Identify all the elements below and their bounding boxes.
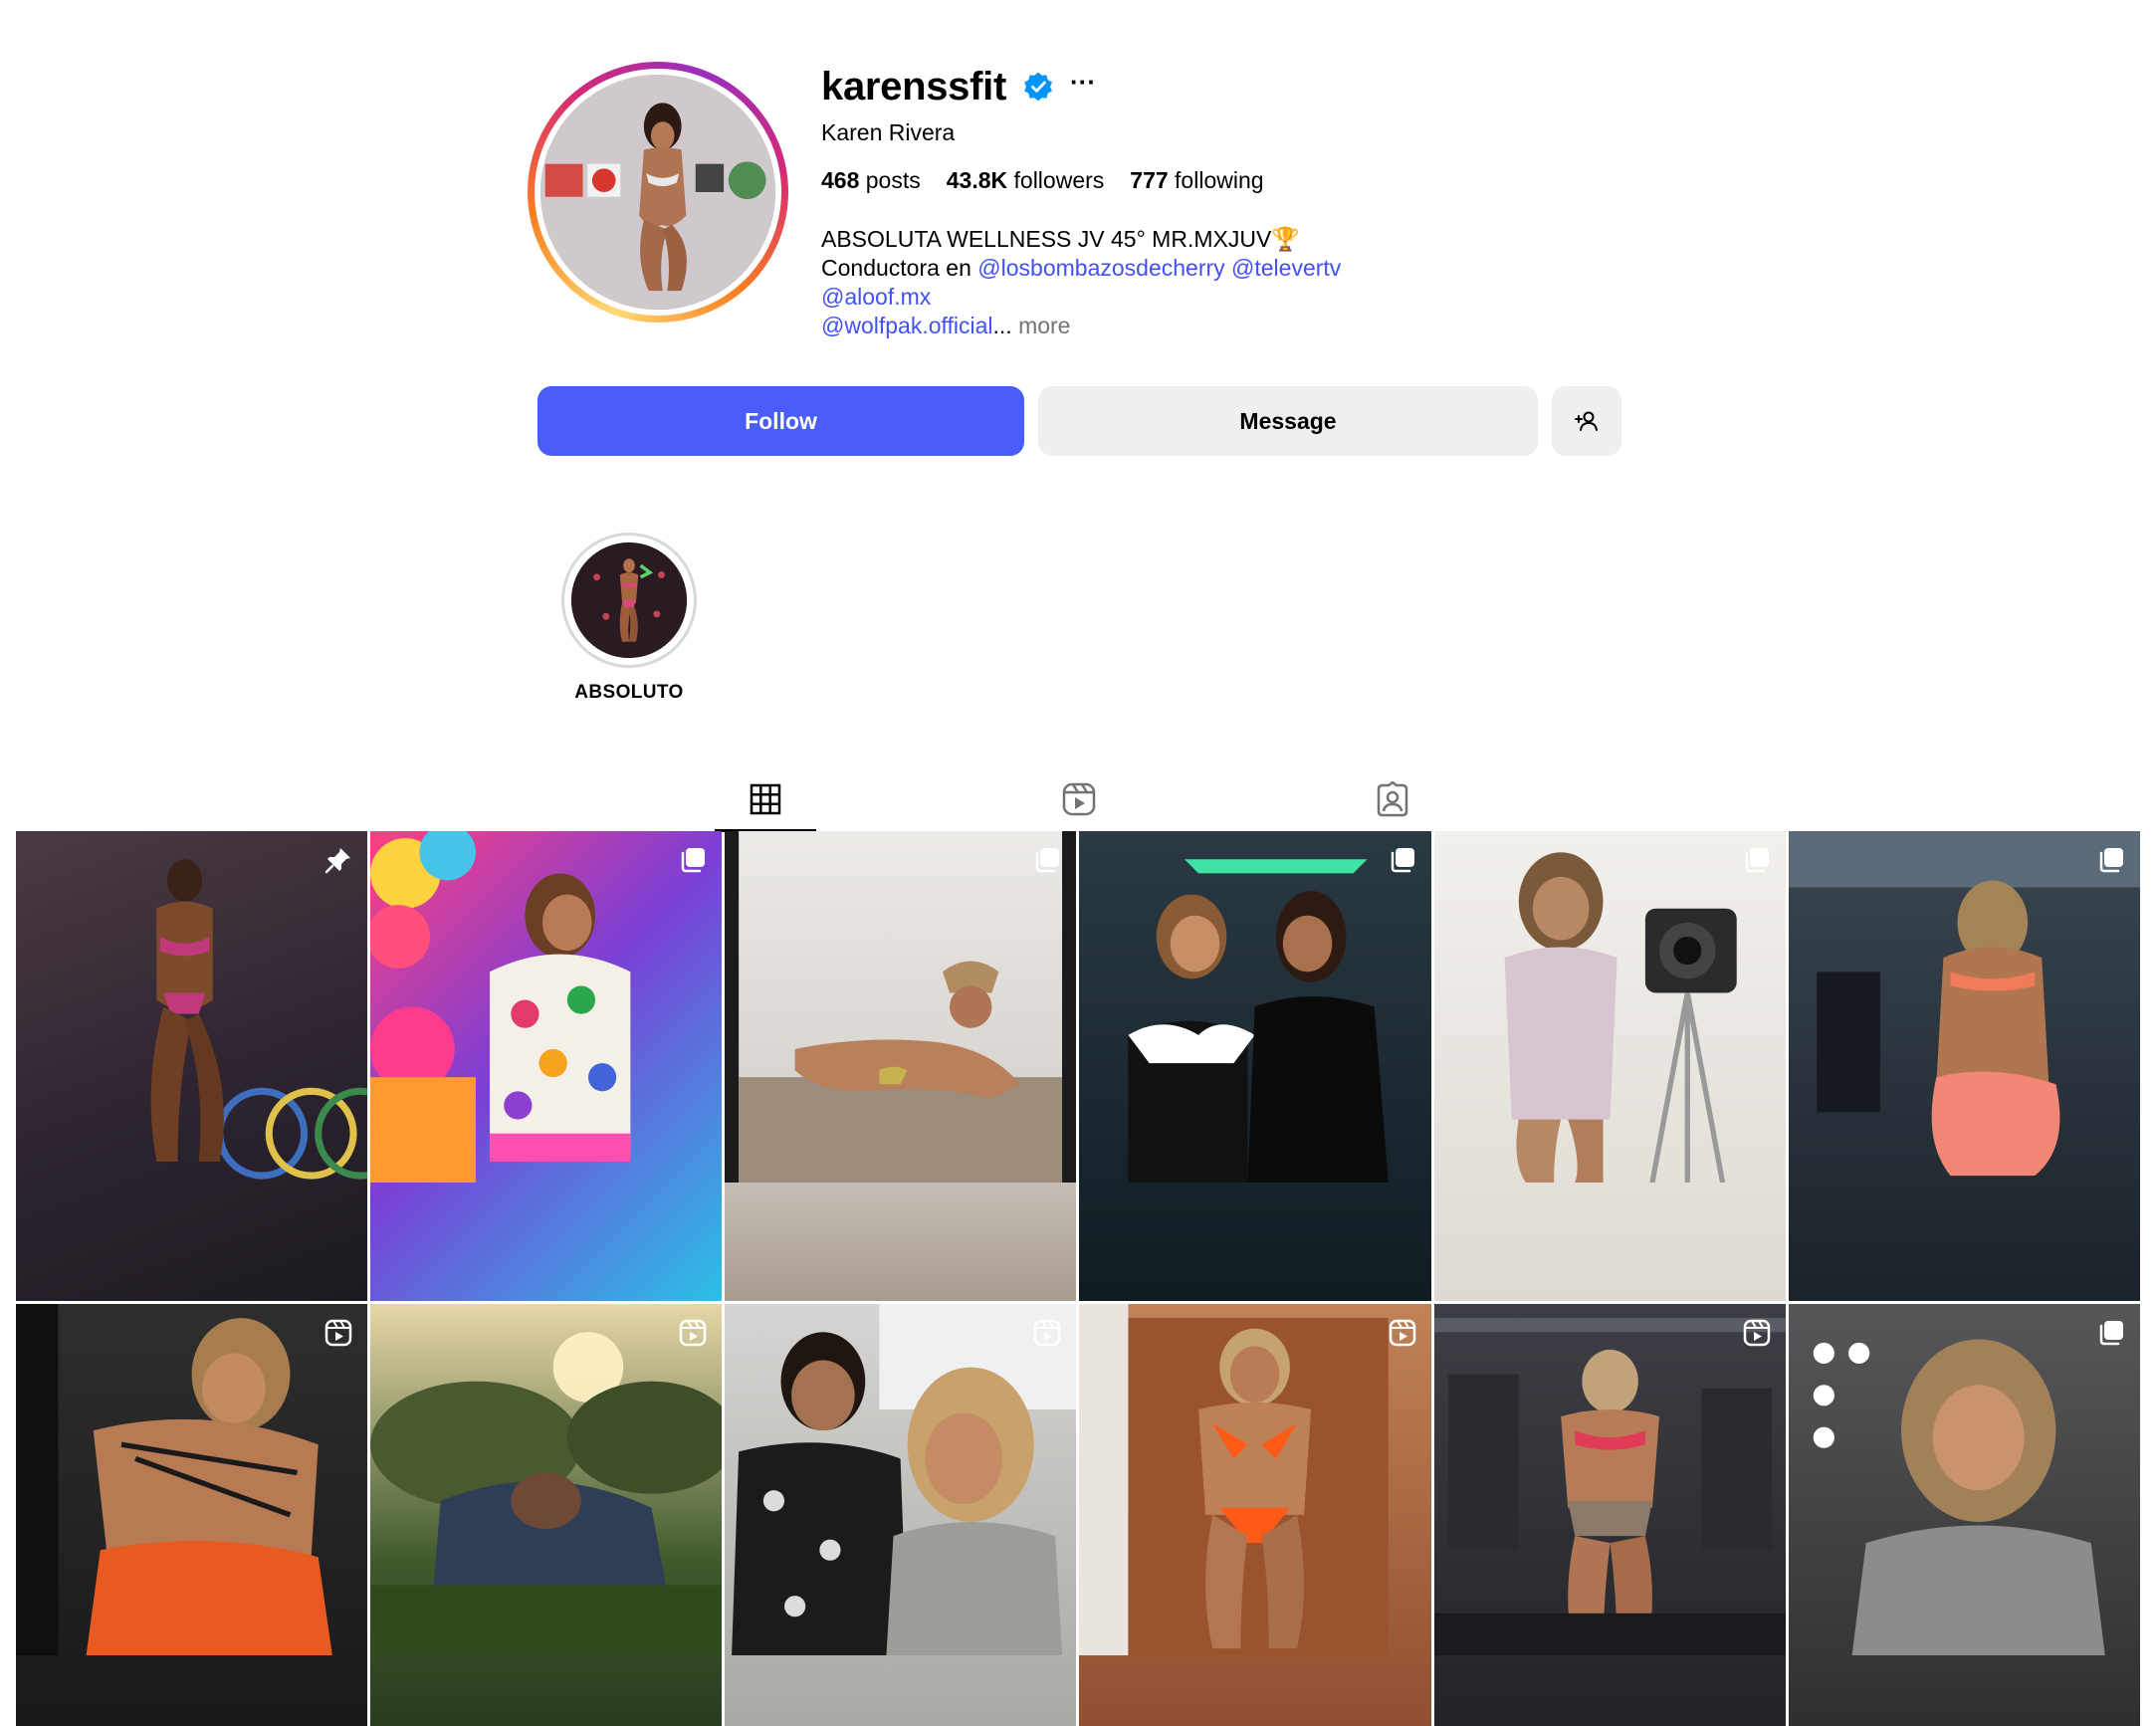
post-thumbnail <box>1813 1339 2105 1656</box>
post-tile[interactable] <box>16 831 368 1301</box>
profile-page: karenssfit ··· Karen Rivera 468 posts 43… <box>0 0 2156 1726</box>
reel-icon <box>680 1319 707 1347</box>
reel-icon <box>1389 1319 1415 1347</box>
highlight-ring <box>561 533 697 668</box>
post-thumbnail <box>370 1332 723 1656</box>
tab-tagged[interactable] <box>1342 766 1443 832</box>
bio-more-link[interactable]: more <box>1018 313 1070 338</box>
carousel-icon <box>682 848 706 873</box>
avatar <box>540 75 775 310</box>
posts-label: posts <box>865 167 921 193</box>
post-thumbnail <box>370 831 631 1184</box>
carousel-icon <box>2099 1321 2123 1346</box>
posts-stat: 468 posts <box>821 165 921 195</box>
mention-link-aloof[interactable]: @aloof.mx <box>821 284 931 310</box>
profile-tabs <box>0 766 2156 832</box>
bio-line-4: @wolfpak.official... more <box>821 312 1341 340</box>
post-tile[interactable] <box>1788 1304 2140 1726</box>
post-tile[interactable] <box>370 831 723 1301</box>
following-stat[interactable]: 777 following <box>1130 165 1263 195</box>
post-thumbnail <box>1128 859 1390 1184</box>
reel-icon <box>324 1319 352 1347</box>
bio-line-2-prefix: Conductora en <box>821 255 971 281</box>
bio-line-1: ABSOLUTA WELLNESS JV 45° MR.MXJUV🏆 <box>821 226 1300 252</box>
followers-count: 43.8K <box>946 167 1008 193</box>
message-button[interactable]: Message <box>1038 386 1538 456</box>
following-label: following <box>1175 167 1264 193</box>
post-thumbnail <box>16 1304 332 1656</box>
carousel-icon <box>1391 848 1414 873</box>
mention-link-wolfpak[interactable]: @wolfpak.official <box>821 313 993 338</box>
pinned-icon <box>324 848 351 874</box>
grid-icon <box>750 783 781 815</box>
post-thumbnail <box>1433 1318 1786 1656</box>
post-tile[interactable] <box>1788 831 2140 1301</box>
bio-line-2: Conductora en @losbombazosdecherry @tele… <box>821 254 1341 283</box>
post-tile[interactable] <box>1433 831 1786 1301</box>
highlight-cover <box>571 542 687 658</box>
post-thumbnail <box>1504 852 1737 1184</box>
reel-icon <box>1034 1319 1061 1347</box>
highlight-item[interactable]: ABSOLUTO <box>561 533 697 704</box>
username: karenssfit <box>821 65 1006 108</box>
avatar-photo-art <box>540 75 775 310</box>
post-tile[interactable] <box>370 1304 723 1726</box>
reel-icon <box>1743 1319 1771 1347</box>
tab-posts[interactable] <box>715 766 816 832</box>
post-thumbnail <box>150 859 368 1180</box>
profile-stats: 468 posts 43.8K followers 777 following <box>821 165 1264 195</box>
reels-icon <box>1062 782 1096 816</box>
bio-line-3: @aloof.mx <box>821 283 1341 312</box>
following-count: 777 <box>1130 167 1169 193</box>
post-tile[interactable] <box>1433 1304 1786 1726</box>
more-options-icon[interactable]: ··· <box>1070 69 1096 102</box>
tab-reels[interactable] <box>1028 766 1130 832</box>
post-tile[interactable] <box>1079 1304 1431 1726</box>
post-thumbnail <box>732 1304 1077 1656</box>
add-person-icon <box>1575 411 1598 431</box>
highlight-cover-art <box>571 542 687 658</box>
bio-ellipsis: ... <box>992 313 1012 338</box>
username-row: karenssfit ··· <box>821 62 1096 111</box>
highlight-label: ABSOLUTO <box>574 682 684 703</box>
suggested-accounts-button[interactable] <box>1552 386 1621 456</box>
post-tile[interactable] <box>16 1304 368 1726</box>
post-tile[interactable] <box>725 1304 1077 1726</box>
post-tile[interactable] <box>725 831 1077 1301</box>
carousel-icon <box>2099 848 2123 873</box>
profile-bio: ABSOLUTA WELLNESS JV 45° MR.MXJUV🏆 Condu… <box>821 225 1341 340</box>
carousel-icon <box>1745 848 1769 873</box>
followers-stat[interactable]: 43.8K followers <box>947 165 1105 195</box>
posts-grid <box>16 831 2140 1726</box>
post-tile[interactable] <box>1079 831 1431 1301</box>
full-name: Karen Rivera <box>821 119 956 145</box>
profile-avatar-story-ring[interactable] <box>528 62 788 323</box>
posts-count: 468 <box>821 167 860 193</box>
follow-button[interactable]: Follow <box>538 386 1024 456</box>
mention-link-televertv[interactable]: @televertv <box>1231 255 1341 281</box>
post-thumbnail <box>725 831 1077 1184</box>
followers-label: followers <box>1013 167 1105 193</box>
mention-link-losbombazosdecherry[interactable]: @losbombazosdecherry <box>977 255 1224 281</box>
post-thumbnail <box>1079 1304 1390 1656</box>
verified-badge-icon <box>1024 72 1052 102</box>
carousel-icon <box>1036 848 1060 873</box>
post-thumbnail <box>1788 831 2140 1177</box>
tagged-icon <box>1377 781 1408 817</box>
